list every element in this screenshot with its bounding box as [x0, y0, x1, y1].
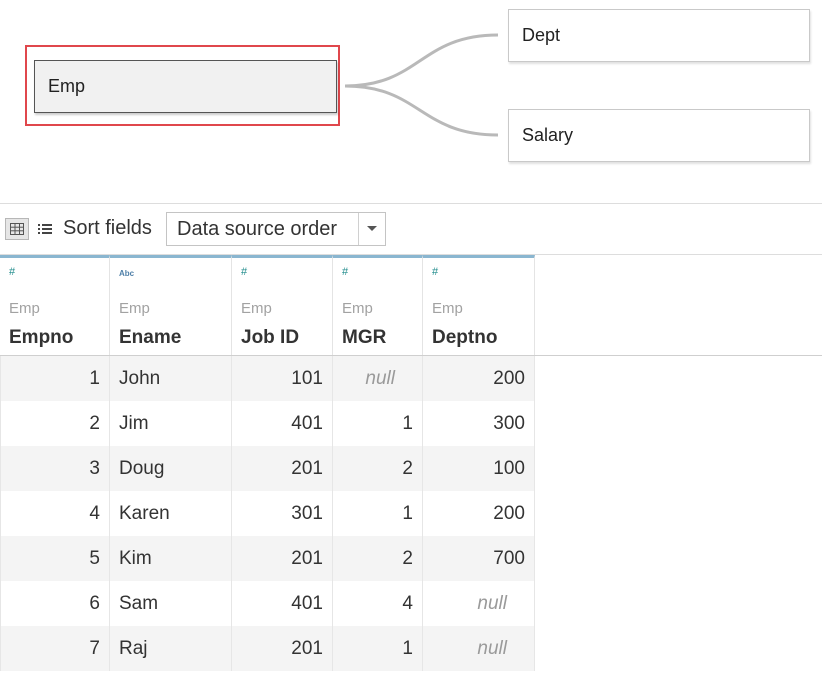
column-source: Emp: [432, 300, 463, 317]
table-cell[interactable]: null: [423, 626, 535, 671]
table-cell[interactable]: 200: [423, 491, 535, 536]
chevron-down-icon: [367, 226, 377, 231]
sort-fields-dropdown[interactable]: Data source order: [166, 212, 386, 246]
column-header-ename[interactable]: Abc Emp Ename: [110, 255, 232, 355]
table-card-salary[interactable]: Salary: [508, 109, 810, 162]
column-name: Deptno: [432, 327, 498, 348]
table-cell[interactable]: null: [423, 581, 535, 626]
table-row: 5 Kim 201 2 700: [0, 536, 822, 581]
table-cell[interactable]: 1: [333, 626, 423, 671]
table-row: 3 Doug 201 2 100: [0, 446, 822, 491]
table-card-label: Dept: [522, 25, 561, 45]
data-grid-toolbar: Sort fields Data source order: [0, 204, 822, 254]
table-cell[interactable]: 401: [232, 581, 333, 626]
table-cell[interactable]: Kim: [110, 536, 232, 581]
column-header-deptno[interactable]: # Emp Deptno: [423, 255, 535, 355]
table-cell[interactable]: 300: [423, 401, 535, 446]
table-card-dept[interactable]: Dept: [508, 9, 810, 62]
column-header-empno[interactable]: # Emp Empno: [0, 255, 110, 355]
emp-salary-link[interactable]: [344, 84, 499, 137]
table-row: 2 Jim 401 1 300: [0, 401, 822, 446]
table-cell[interactable]: 3: [0, 446, 110, 491]
table-cell[interactable]: 6: [0, 581, 110, 626]
column-name: Empno: [9, 327, 74, 348]
table-cell[interactable]: 100: [423, 446, 535, 491]
sort-fields-value: Data source order: [177, 218, 338, 240]
table-cell[interactable]: 200: [423, 356, 535, 401]
table-cell[interactable]: 201: [232, 626, 333, 671]
table-cell[interactable]: 301: [232, 491, 333, 536]
table-cell[interactable]: 2: [333, 536, 423, 581]
data-grid: # Emp Empno Abc Emp Ename # Emp Job ID #…: [0, 255, 822, 671]
emp-dept-link[interactable]: [344, 33, 499, 88]
table-cell[interactable]: 5: [0, 536, 110, 581]
column-source: Emp: [119, 300, 150, 317]
table-row: 4 Karen 301 1 200: [0, 491, 822, 536]
number-type-icon[interactable]: #: [241, 266, 247, 278]
column-header-job-id[interactable]: # Emp Job ID: [232, 255, 333, 355]
table-cell[interactable]: null: [333, 356, 423, 401]
table-card-emp[interactable]: Emp: [34, 60, 337, 113]
table-cell[interactable]: 201: [232, 446, 333, 491]
column-source: Emp: [9, 300, 40, 317]
table-cell[interactable]: 2: [0, 401, 110, 446]
table-cell[interactable]: Jim: [110, 401, 232, 446]
table-cell[interactable]: 201: [232, 536, 333, 581]
table-card-label: Emp: [48, 76, 86, 96]
table-cell[interactable]: Raj: [110, 626, 232, 671]
table-cell[interactable]: Sam: [110, 581, 232, 626]
list-view-button[interactable]: [36, 218, 54, 240]
column-header-mgr[interactable]: # Emp MGR: [333, 255, 423, 355]
relationship-canvas: Emp Dept Salary: [0, 0, 822, 203]
number-type-icon[interactable]: #: [9, 266, 15, 278]
table-cell[interactable]: 2: [333, 446, 423, 491]
table-cell[interactable]: Doug: [110, 446, 232, 491]
table-row: 1 John 101 null 200: [0, 356, 822, 401]
number-type-icon[interactable]: #: [432, 266, 438, 278]
table-cell[interactable]: 101: [232, 356, 333, 401]
number-type-icon[interactable]: #: [342, 266, 348, 278]
column-source: Emp: [241, 300, 272, 317]
table-card-label: Salary: [522, 125, 574, 145]
column-source: Emp: [342, 300, 373, 317]
dropdown-separator: [358, 213, 359, 245]
table-cell[interactable]: 700: [423, 536, 535, 581]
grid-view-icon: [10, 223, 24, 235]
list-view-icon: [38, 224, 52, 234]
table-cell[interactable]: 1: [333, 401, 423, 446]
string-type-icon[interactable]: Abc: [119, 269, 134, 278]
table-cell[interactable]: 401: [232, 401, 333, 446]
table-cell[interactable]: 1: [0, 356, 110, 401]
grid-header-row: # Emp Empno Abc Emp Ename # Emp Job ID #…: [0, 255, 822, 355]
table-cell[interactable]: 4: [333, 581, 423, 626]
table-cell[interactable]: Karen: [110, 491, 232, 536]
grid-body: 1 John 101 null 200 2 Jim 401 1 300 3 Doug 201 2 100 4 K…: [0, 356, 822, 671]
grid-view-button[interactable]: [5, 218, 29, 240]
sort-fields-label: Sort fields: [63, 217, 152, 239]
column-name: Ename: [119, 327, 182, 348]
column-name: Job ID: [241, 327, 300, 348]
table-cell[interactable]: John: [110, 356, 232, 401]
table-row: 7 Raj 201 1 null: [0, 626, 822, 671]
column-name: MGR: [342, 327, 387, 348]
table-cell[interactable]: 1: [333, 491, 423, 536]
table-cell[interactable]: 4: [0, 491, 110, 536]
table-cell[interactable]: 7: [0, 626, 110, 671]
table-row: 6 Sam 401 4 null: [0, 581, 822, 626]
